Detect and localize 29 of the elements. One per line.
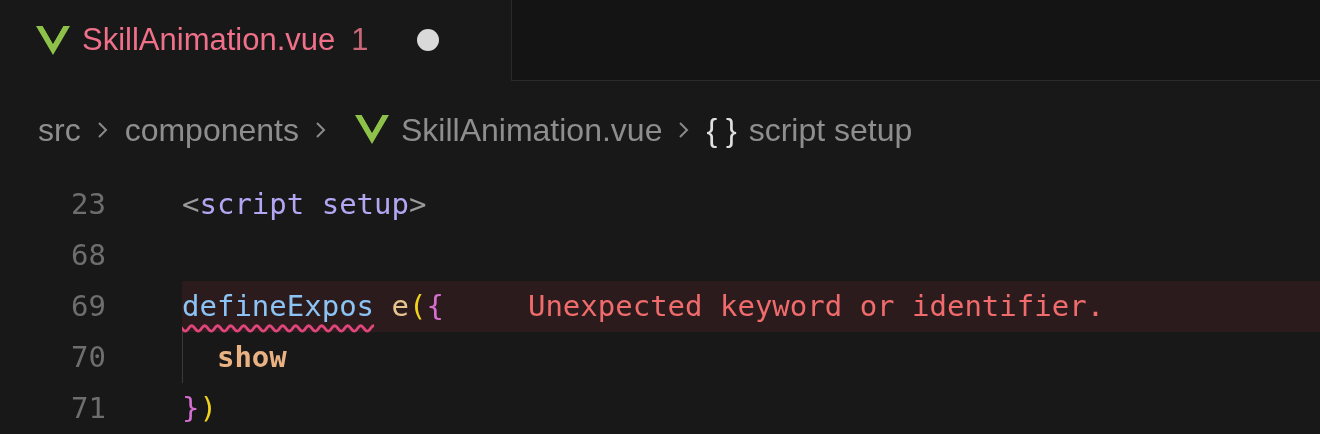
code-token: <: [182, 185, 200, 223]
line-number: 23: [70, 185, 106, 223]
vue-logo-icon: [36, 25, 70, 55]
editor-tab[interactable]: SkillAnimation.vue 1: [0, 0, 512, 81]
problem-count: 1: [351, 21, 369, 60]
braces-icon: { }: [706, 105, 737, 154]
breadcrumb-item[interactable]: components: [124, 105, 299, 154]
chevron-right-icon: [678, 119, 691, 140]
breadcrumb-item[interactable]: script setup: [748, 105, 913, 154]
vue-logo-icon: [355, 115, 389, 145]
error-message: Unexpected keyword or identifier.: [527, 287, 1105, 325]
line-number: 68: [70, 236, 106, 274]
chevron-right-icon: [96, 119, 109, 140]
line-number: 71: [70, 389, 106, 427]
code-token: script setup: [199, 185, 409, 223]
code-token: }: [182, 389, 200, 427]
code-token: show: [215, 338, 287, 376]
code-token: ): [199, 389, 217, 427]
breadcrumb-item[interactable]: src: [38, 105, 81, 154]
code-token: defineExpos: [182, 287, 375, 325]
code-token: >: [409, 185, 427, 223]
line-number: 70: [70, 338, 106, 376]
chevron-right-icon: [315, 119, 327, 140]
tab-filename: SkillAnimation.vue: [82, 21, 336, 60]
breadcrumb-item[interactable]: SkillAnimation.vue: [401, 105, 663, 154]
line-number: 69: [70, 287, 106, 325]
code-token: e: [390, 287, 409, 325]
code-token: (: [409, 287, 427, 325]
code-token: {: [426, 287, 444, 325]
